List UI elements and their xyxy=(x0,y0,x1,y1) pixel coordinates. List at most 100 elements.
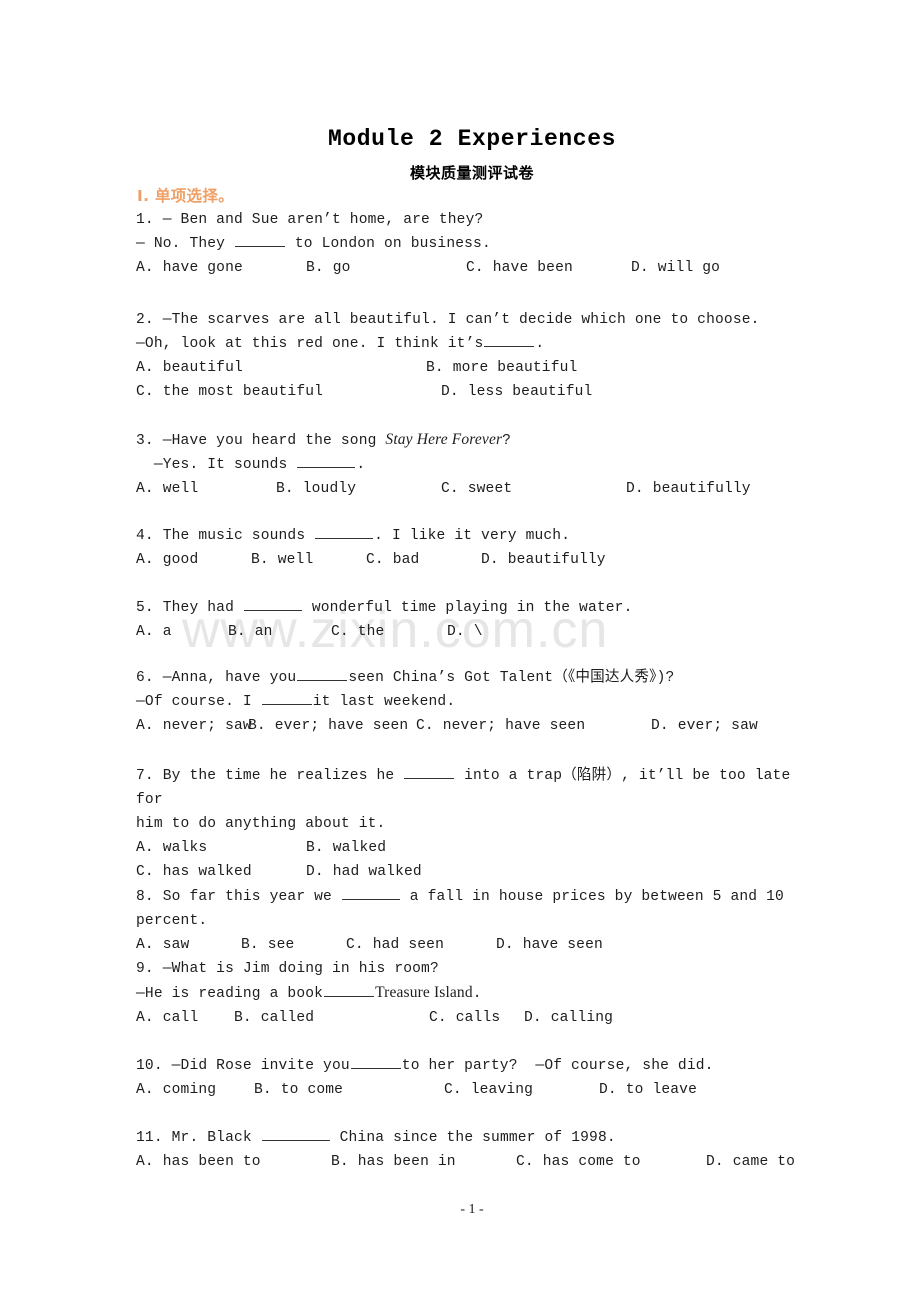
option-a[interactable]: A. call xyxy=(136,1006,234,1030)
question-6-stem-line-2: —Of course. I it last weekend. xyxy=(136,690,808,714)
question-8: 8. So far this year we a fall in house p… xyxy=(136,885,808,957)
q5-blank xyxy=(243,598,302,611)
option-a[interactable]: A. never; saw xyxy=(136,714,252,738)
option-d[interactable]: D. less beautiful xyxy=(441,380,592,404)
option-b[interactable]: B. to come xyxy=(254,1078,444,1102)
option-b[interactable]: B. loudly xyxy=(276,477,441,501)
option-c[interactable]: C. sweet xyxy=(441,477,626,501)
option-b[interactable]: B. ever; have seen xyxy=(248,714,416,738)
q9-stem2-pre: —He is reading a book xyxy=(136,986,324,1002)
q4-stem1-post: . I like it very much. xyxy=(374,528,571,544)
question-3: 3. —Have you heard the song Stay Here Fo… xyxy=(136,428,808,501)
q4-stem1-pre: 4. The music sounds xyxy=(136,528,315,544)
option-c[interactable]: C. the most beautiful xyxy=(136,380,441,404)
question-6-options: A. never; sawB. ever; have seen C. never;… xyxy=(136,714,808,738)
option-b[interactable]: B. an xyxy=(228,620,331,644)
section-heading: I. 单项选择。 xyxy=(137,184,234,206)
q11-stem1-post: China since the summer of 1998. xyxy=(330,1130,616,1146)
question-2-options-row-2: C. the most beautiful D. less beautiful xyxy=(136,380,808,404)
page-title: Module 2 Experiences xyxy=(327,126,617,152)
page-number: - 1 - xyxy=(460,1202,484,1217)
question-1-stem-line-1: 1. — Ben and Sue aren’t home, are they? xyxy=(136,212,484,228)
option-a[interactable]: A. coming xyxy=(136,1078,254,1102)
question-7-stem-line-2: him to do anything about it. xyxy=(136,816,386,832)
option-d[interactable]: D. \ xyxy=(447,620,483,644)
option-d[interactable]: D. calling xyxy=(524,1006,613,1030)
question-6-stem-line-1: 6. —Anna, have you seen China’s Got Talen… xyxy=(136,666,808,690)
q3-stem2-pre: —Yes. It sounds xyxy=(136,457,297,473)
question-8-options: A. saw B. see C. had seen D. have seen xyxy=(136,933,808,957)
q3-song-title: Stay Here Forever xyxy=(385,431,503,448)
question-4: 4. The music sounds . I like it very muc… xyxy=(136,524,808,572)
question-7-stem-line-1: 7. By the time he realizes he into a tra… xyxy=(136,764,812,812)
option-a[interactable]: A. has been to xyxy=(136,1150,331,1174)
option-b[interactable]: B. go xyxy=(306,256,466,280)
question-2-stem-line-1: 2. —The scarves are all beautiful. I can… xyxy=(136,312,760,328)
option-c[interactable]: C. calls xyxy=(429,1006,524,1030)
question-10-stem-line-1: 10. —Did Rose invite you to her party? —O… xyxy=(136,1054,812,1078)
option-c[interactable]: C. has come to xyxy=(516,1150,706,1174)
question-5-stem-line-1: 5. They had wonderful time playing in th… xyxy=(136,596,808,620)
question-9: 9. —What is Jim doing in his room? —He i… xyxy=(136,957,808,1030)
option-d[interactable]: D. will go xyxy=(631,256,720,280)
q6-blank-2 xyxy=(261,692,312,705)
question-8-stem-line-1: 8. So far this year we a fall in house p… xyxy=(136,885,812,933)
option-d[interactable]: D. beautifully xyxy=(626,477,751,501)
question-1: 1. — Ben and Sue aren’t home, are they? … xyxy=(136,208,808,280)
option-a[interactable]: A. well xyxy=(136,477,276,501)
q2-blank xyxy=(484,334,535,347)
q6-stem1-post: seen China’s Got Talent（《中国达人秀》)? xyxy=(348,670,675,686)
q5-stem1-pre: 5. They had xyxy=(136,600,243,616)
question-2: 2. —The scarves are all beautiful. I can… xyxy=(136,308,808,404)
q10-stem1-post: to her party? —Of course, she did. xyxy=(401,1058,714,1074)
option-d[interactable]: D. came to xyxy=(706,1150,795,1174)
q1-stem2-pre: — No. They xyxy=(136,236,234,252)
page-subtitle: 模块质量测评试卷 xyxy=(409,164,534,182)
option-a[interactable]: A. have gone xyxy=(136,256,306,280)
option-c[interactable]: C. leaving xyxy=(444,1078,599,1102)
option-c[interactable]: C. the xyxy=(331,620,447,644)
question-4-stem-line-1: 4. The music sounds . I like it very muc… xyxy=(136,524,808,548)
q3-stem2-post: . xyxy=(356,457,366,473)
question-2-options-row-1: A. beautiful B. more beautiful xyxy=(136,356,808,380)
option-a[interactable]: A. saw xyxy=(136,933,241,957)
question-5-options: A. a B. an C. the D. \ xyxy=(136,620,808,644)
q9-book-title: Treasure Island xyxy=(375,984,473,1001)
option-d[interactable]: D. have seen xyxy=(496,933,603,957)
q9-blank xyxy=(324,984,375,997)
exam-page: www.zixin.com.cn Module 2 Experiences 模块… xyxy=(0,0,920,1302)
option-c[interactable]: C. have been xyxy=(466,256,631,280)
option-a[interactable]: A. good xyxy=(136,548,251,572)
option-c[interactable]: C. has walked xyxy=(136,860,306,884)
q6-stem2-pre: —Of course. I xyxy=(136,694,261,710)
option-b[interactable]: B. see xyxy=(241,933,346,957)
option-d[interactable]: D. ever; saw xyxy=(651,714,758,738)
option-d[interactable]: D. beautifully xyxy=(481,548,606,572)
q7-stem1-pre: 7. By the time he realizes he xyxy=(136,768,404,784)
question-7-options-row-2: C. has walked D. had walked xyxy=(136,860,808,884)
question-7-options-row-1: A. walks B. walked xyxy=(136,836,808,860)
question-9-stem-line-2: —He is reading a book Treasure Island. xyxy=(136,981,808,1006)
option-b[interactable]: B. called xyxy=(234,1006,429,1030)
option-b[interactable]: B. walked xyxy=(306,836,386,860)
option-b[interactable]: B. well xyxy=(251,548,366,572)
question-3-stem-line-2: —Yes. It sounds . xyxy=(136,453,808,477)
option-d[interactable]: D. had walked xyxy=(306,860,422,884)
question-7: 7. By the time he realizes he into a tra… xyxy=(136,764,808,884)
option-a[interactable]: A. beautiful xyxy=(136,356,426,380)
question-1-options: A. have gone B. go C. have been D. will go xyxy=(136,256,808,280)
option-b[interactable]: B. more beautiful xyxy=(426,356,577,380)
q11-blank xyxy=(261,1128,330,1141)
question-2-stem-line-2: —Oh, look at this red one. I think it’s. xyxy=(136,332,808,356)
option-b[interactable]: B. has been in xyxy=(331,1150,516,1174)
q1-stem2-post: to London on business. xyxy=(285,236,491,252)
q9-stem2-post: . xyxy=(472,986,482,1002)
option-c[interactable]: C. had seen xyxy=(346,933,496,957)
question-3-options: A. well B. loudly C. sweet D. beautifully xyxy=(136,477,808,501)
option-d[interactable]: D. to leave xyxy=(599,1078,697,1102)
q2-stem2-post: . xyxy=(535,336,545,352)
option-a[interactable]: A. walks xyxy=(136,836,306,860)
option-c[interactable]: C. never; have seen xyxy=(416,714,651,738)
option-c[interactable]: C. bad xyxy=(366,548,481,572)
option-a[interactable]: A. a xyxy=(136,620,228,644)
